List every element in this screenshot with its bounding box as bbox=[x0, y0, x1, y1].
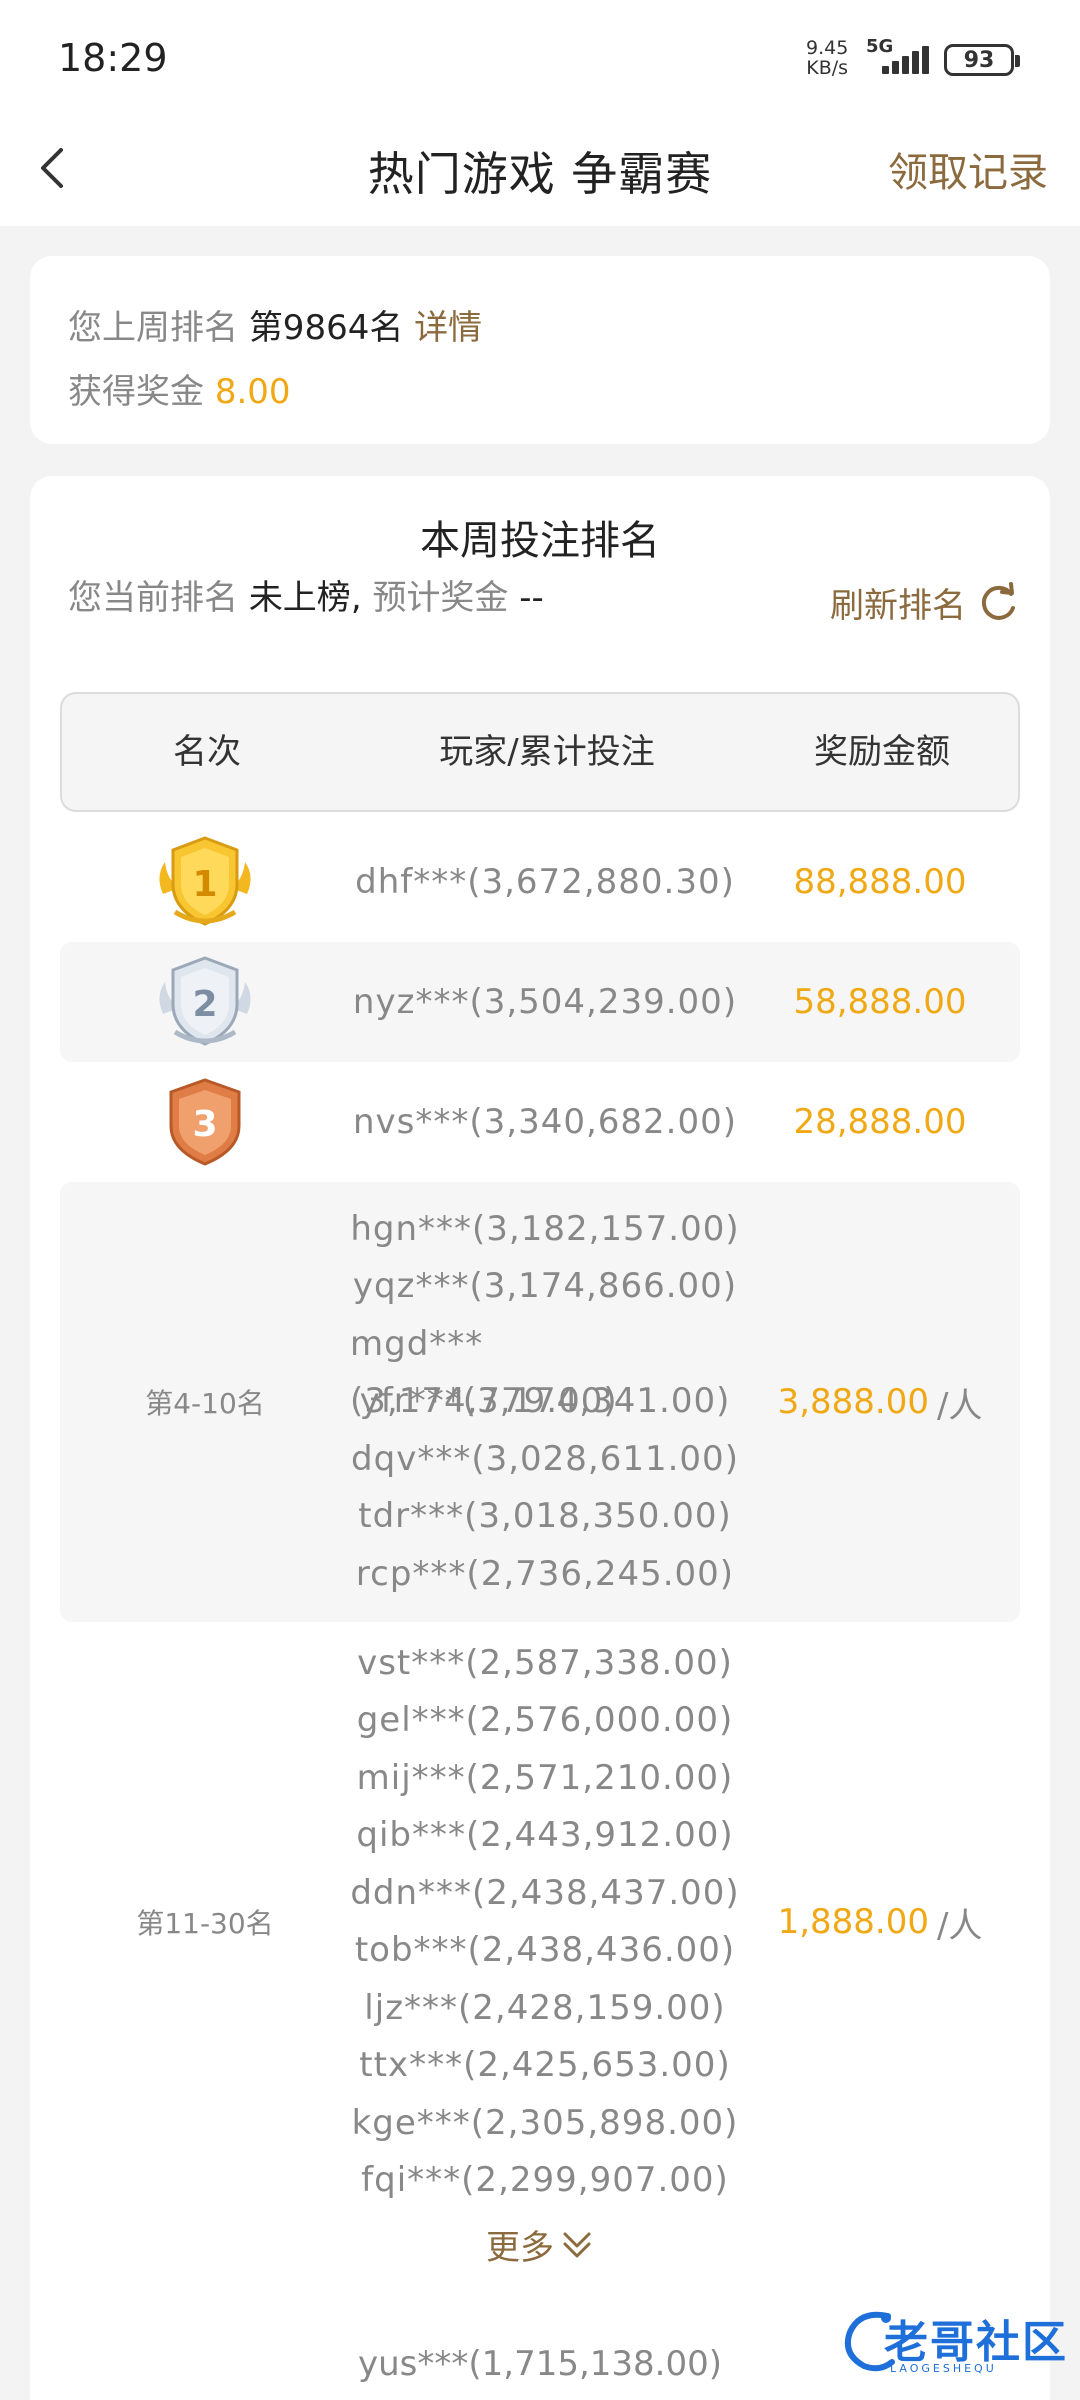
claim-record-link[interactable]: 领取记录 bbox=[888, 140, 1048, 198]
speed-unit: KB/s bbox=[806, 57, 849, 79]
group-reward-value: 1,888.00 bbox=[777, 1902, 929, 1942]
group-reward: 3,888.00 /人 bbox=[740, 1182, 1020, 1622]
list-item: gel***(2,576,000.00) bbox=[356, 1700, 734, 1740]
double-chevron-down-icon bbox=[563, 2232, 591, 2257]
last-week-rank-line: 您上周排名 第9864名 详情 bbox=[68, 304, 1050, 368]
more-button[interactable]: 更多 bbox=[30, 2220, 1050, 2269]
list-item: tdr***(3,018,350.00) bbox=[358, 1496, 732, 1537]
list-item: ljz***(2,428,159.00) bbox=[364, 1987, 726, 2028]
weekly-ranking-title: 本周投注排名 bbox=[420, 518, 660, 564]
more-label: 更多 bbox=[486, 2228, 554, 2268]
speed-value: 9.45 bbox=[806, 37, 849, 59]
list-item: dqv***(3,028,611.00) bbox=[351, 1438, 739, 1479]
refresh-rank-label: 刷新排名 bbox=[830, 586, 966, 626]
bronze-medal-icon: 3 bbox=[60, 1062, 350, 1182]
silver-medal-icon: 2 bbox=[60, 942, 350, 1062]
last-week-rank-value: 第9864名 bbox=[248, 308, 404, 348]
list-item: rcp***(2,736,245.00) bbox=[355, 1553, 735, 1594]
details-link[interactable]: 详情 bbox=[414, 308, 482, 348]
player-rank-1: dhf***(3,672,880.30) bbox=[355, 862, 735, 902]
list-item: mij***(2,571,210.00) bbox=[356, 1757, 734, 1798]
group-player-list-cell: vst***(2,587,338.00) gel***(2,576,000.00… bbox=[350, 1622, 740, 2222]
reward-rank-1: 88,888.00 bbox=[793, 862, 967, 902]
refresh-icon bbox=[981, 581, 1015, 620]
last-week-bonus-line: 获得奖金 8.00 bbox=[68, 368, 1050, 432]
status-bar: 18:29 9.45 KB/s 5G 93 bbox=[0, 0, 1080, 110]
group-reward-value: 3,888.00 bbox=[777, 1382, 929, 1422]
list-item: mgd***(3,174,779.00) bbox=[350, 1323, 618, 1422]
watermark-subtext: LAOGESHEQU bbox=[890, 2362, 997, 2375]
svg-text:2: 2 bbox=[192, 984, 217, 1025]
signal-icon bbox=[868, 44, 929, 74]
header-reward: 奖励金额 bbox=[814, 732, 950, 772]
weekly-ranking-card: 本周投注排名 您当前排名 未上榜, 预计奖金 -- 刷新排名 名次 玩家/累计投… bbox=[30, 476, 1050, 2376]
nav-bar: 热门游戏 争霸赛 领取记录 bbox=[0, 110, 1080, 226]
last-week-card: 您上周排名 第9864名 详情 获得奖金 8.00 bbox=[30, 256, 1050, 444]
list-item: fqi***(2,299,907.00) bbox=[361, 2160, 729, 2200]
header-player: 玩家/累计投注 bbox=[439, 732, 655, 772]
list-item: yfr***(3,174,341.00) bbox=[359, 1381, 731, 1422]
header-rank: 名次 bbox=[173, 732, 241, 772]
group-rank-label: 第4-10名 bbox=[145, 1387, 265, 1420]
table-row-rank-2: 2 nyz***(3,504,239.00) 58,888.00 bbox=[60, 942, 1020, 1062]
reward-rank-2: 58,888.00 bbox=[793, 982, 967, 1022]
table-row-rank-1: 1 dhf***(3,672,880.30) 88,888.00 bbox=[60, 822, 1020, 942]
list-item: ttx***(2,425,653.00) bbox=[359, 2045, 731, 2085]
reward-rank-3: 28,888.00 bbox=[793, 1102, 967, 1142]
current-rank-separator: , bbox=[350, 578, 362, 618]
list-item: kge***(2,305,898.00) bbox=[351, 2102, 739, 2143]
list-item: yqz***(3,174,866.00) bbox=[352, 1266, 738, 1307]
table-row-group-4-10: 第4-10名 hgn***(3,182,157.00) yqz***(3,174… bbox=[60, 1182, 1020, 1622]
watermark-text: 老哥社区 bbox=[884, 2317, 1068, 2368]
bonus-value: 8.00 bbox=[214, 372, 291, 412]
group-rank-label: 第11-30名 bbox=[136, 1907, 274, 1940]
ranking-table-header: 名次 玩家/累计投注 奖励金额 bbox=[60, 692, 1020, 812]
svg-text:3: 3 bbox=[192, 1104, 217, 1145]
bonus-label: 获得奖金 bbox=[68, 372, 204, 412]
list-item: tob***(2,438,436.00) bbox=[354, 1930, 736, 1970]
table-row-rank-3: 3 nvs***(3,340,682.00) 28,888.00 bbox=[60, 1062, 1020, 1182]
group-reward: 1,888.00 /人 bbox=[740, 1622, 1020, 2222]
list-item: hgn***(3,182,157.00) bbox=[350, 1208, 740, 1249]
battery-icon: 93 bbox=[944, 44, 1020, 76]
current-rank-line: 您当前排名 未上榜, 预计奖金 -- bbox=[68, 574, 544, 638]
group-player-list-cell: hgn***(3,182,157.00) yqz***(3,174,866.00… bbox=[350, 1182, 740, 1622]
watermark-logo: 老哥社区 LAOGESHEQU bbox=[840, 2300, 1070, 2380]
current-rank-label: 您当前排名 bbox=[68, 578, 238, 618]
status-time: 18:29 bbox=[58, 36, 168, 80]
refresh-rank-button[interactable]: 刷新排名 bbox=[830, 578, 1020, 627]
per-person-label: /人 bbox=[936, 1385, 983, 1426]
expected-bonus-label: 预计奖金 bbox=[372, 578, 509, 618]
player-rank-3: nvs***(3,340,682.00) bbox=[352, 1102, 738, 1142]
table-row-group-11-30: 第11-30名 vst***(2,587,338.00) gel***(2,57… bbox=[60, 1622, 1020, 2222]
network-speed: 9.45 KB/s bbox=[806, 38, 848, 78]
current-rank-value: 未上榜 bbox=[248, 578, 351, 618]
svg-text:1: 1 bbox=[192, 864, 217, 905]
list-item: vst***(2,587,338.00) bbox=[357, 1642, 733, 1683]
group-player-list: vst***(2,587,338.00) gel***(2,576,000.00… bbox=[350, 1635, 739, 2210]
per-person-label: /人 bbox=[936, 1905, 983, 1946]
list-item: ddn***(2,438,437.00) bbox=[350, 1872, 740, 1913]
last-week-rank-label: 您上周排名 bbox=[68, 308, 238, 348]
player-rank-2: nyz***(3,504,239.00) bbox=[352, 982, 738, 1022]
gold-medal-icon: 1 bbox=[60, 822, 350, 942]
expected-bonus-value: -- bbox=[519, 578, 544, 618]
group-player-list: hgn***(3,182,157.00) yqz***(3,174,866.00… bbox=[350, 1201, 740, 1604]
list-item: qib***(2,443,912.00) bbox=[356, 1815, 734, 1855]
